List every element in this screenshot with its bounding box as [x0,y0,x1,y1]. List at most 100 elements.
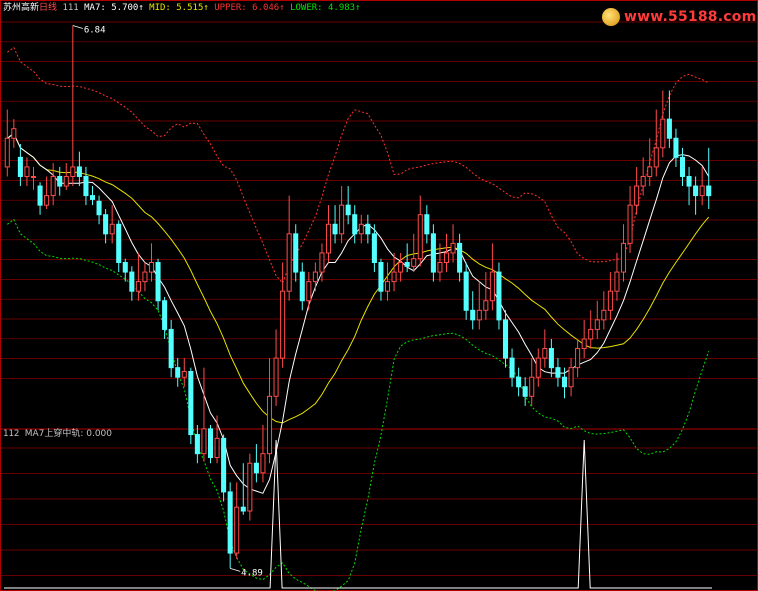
candle-body [306,281,312,302]
main-header: 苏州高新日线 111 MA7: 5.700↑ MID: 5.515↑ UPPER… [3,3,361,14]
candle-body [89,195,96,200]
candle [17,143,23,187]
candle [83,166,89,206]
candle [240,463,246,515]
candle-body [529,376,535,397]
candle-body [352,214,358,235]
candle-body [325,223,332,254]
upper-value: UPPER: 6.046 [214,3,280,13]
candle-body [266,395,273,455]
candle-body [575,348,581,369]
candle-body [37,185,43,206]
ma7-arrow-icon: ↑ [138,3,144,13]
high-leader [72,25,83,29]
candle [103,208,109,244]
candle [168,319,174,378]
candle [116,220,122,273]
candle [627,186,633,253]
candle-body [44,195,50,206]
candle [398,252,404,282]
candle [76,151,82,187]
candle [247,453,253,521]
indicator-pane-id: 112 [3,429,20,439]
indicator-header: 112 MA7上穿中轨: 0.000 [3,429,112,440]
candle [391,252,397,292]
candle-body [666,118,672,139]
candle-body [345,204,351,216]
candle [463,262,469,320]
candle-body [522,386,528,397]
candle-body [227,491,233,554]
candle [555,358,561,387]
site-logo-icon [602,8,620,26]
candle [142,262,148,292]
candle-body [555,367,561,378]
candle [568,358,574,397]
candle-body [391,271,397,283]
candle [175,358,181,387]
candle [352,205,358,244]
candle [489,243,495,311]
period-label: 日线 [39,3,58,13]
candle [647,138,653,187]
candle [109,205,115,244]
watermark: www.55188.com [602,8,756,28]
candle-body [627,204,633,244]
candle [430,224,436,282]
candle [194,425,200,464]
candle [70,25,76,187]
candle [155,258,161,311]
candle-body [542,348,548,359]
candle-body [122,262,128,273]
candle-body [181,370,187,378]
outer-frame [0,0,758,591]
candle [214,415,220,464]
candle [699,166,705,206]
candle-body [142,271,148,283]
candle [620,224,627,282]
candle-body [634,185,640,206]
candle-body [699,185,705,197]
upper-band-line [7,46,709,284]
candle [535,348,541,387]
candle-body [339,204,345,235]
candle-body [601,309,607,321]
candle [221,434,227,502]
candle-body [11,128,17,139]
candle-body [319,252,325,273]
candle [516,367,522,397]
candle-body [57,175,63,187]
stock-chart: 6.84 4.89 [0,0,758,591]
indicator-line [4,439,712,589]
candle [509,348,515,387]
candle [706,147,712,209]
candle-body [234,506,240,554]
upper-arrow-icon: ↑ [279,3,285,13]
candle [529,358,535,406]
candle-body [384,281,391,292]
candle [30,166,37,190]
candle [181,358,187,387]
candle [476,281,482,330]
candle-body [509,357,515,378]
candle [207,425,214,464]
candle-body [207,428,214,458]
candle-body [535,357,541,378]
candle [457,233,463,282]
candle [227,482,233,569]
candle-body [109,223,115,235]
candle-body [614,271,620,292]
candle-body [103,214,109,235]
candle [63,163,69,190]
candle-body [371,233,377,264]
candle-body [155,262,161,302]
candle [588,310,594,349]
candle [378,258,384,301]
candle-body [679,156,686,177]
candle [417,195,423,267]
candle-body [17,156,23,177]
candle [266,358,273,464]
candle-body [201,428,207,455]
candle-body [594,319,600,330]
mid-value: MID: 5.515 [149,3,204,13]
